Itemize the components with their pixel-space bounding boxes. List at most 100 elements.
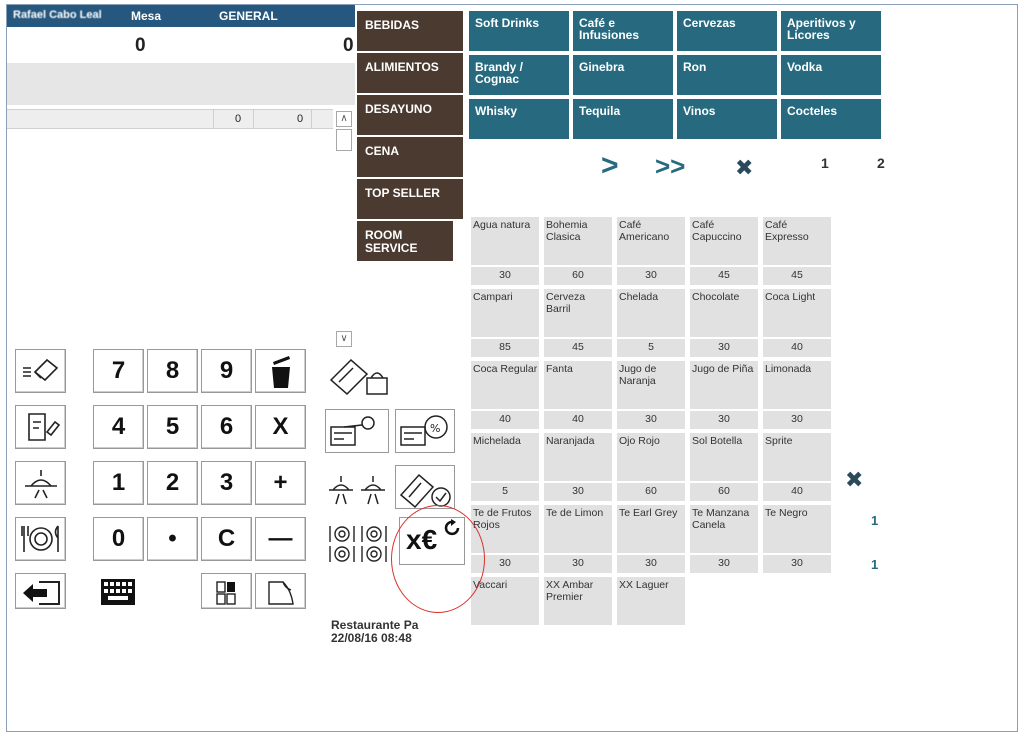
product-tile[interactable]: Café Capuccino 45: [690, 217, 758, 285]
subcategory-cafe-infusiones[interactable]: Café e Infusiones: [573, 11, 673, 51]
product-tile[interactable]: Michelada 5: [471, 433, 539, 501]
product-tile[interactable]: XX Laguer: [617, 577, 685, 625]
waiter-button[interactable]: [15, 461, 66, 505]
key-dot[interactable]: •: [147, 517, 198, 561]
subcategory-soft-drinks[interactable]: Soft Drinks: [469, 11, 569, 51]
product-tile[interactable]: Bohemia Clasica 60: [544, 217, 612, 285]
subcategory-ginebra[interactable]: Ginebra: [573, 55, 673, 95]
subcategory-ron[interactable]: Ron: [677, 55, 777, 95]
category-room-service[interactable]: ROOM SERVICE: [357, 221, 453, 261]
product-tile[interactable]: Te Negro 30: [763, 505, 831, 573]
key-9[interactable]: 9: [201, 349, 252, 393]
category-bebidas[interactable]: BEBIDAS: [357, 11, 463, 51]
key-minus[interactable]: —: [255, 517, 306, 561]
page-2-indicator[interactable]: 2: [877, 155, 885, 171]
order-scrollbar[interactable]: ∧ ∨: [333, 109, 355, 349]
product-price: 40: [791, 485, 803, 497]
product-tile[interactable]: Jugo de Piña 30: [690, 361, 758, 429]
category-alimientos[interactable]: ALIMIENTOS: [357, 53, 463, 93]
product-name: Naranjada: [546, 435, 595, 447]
product-divider: [690, 481, 758, 483]
tables-button[interactable]: [325, 519, 395, 563]
scroll-down-button[interactable]: ∨: [336, 331, 352, 347]
product-price: 30: [791, 557, 803, 569]
product-tile[interactable]: Naranjada 30: [544, 433, 612, 501]
pos-window: Rafael Cabo Leal Mesa GENERAL 0 0 0 0 ∧ …: [6, 4, 1018, 732]
layout-button[interactable]: [201, 573, 252, 609]
product-tile[interactable]: Agua natura 30: [471, 217, 539, 285]
key-1[interactable]: 1: [93, 461, 144, 505]
product-tile[interactable]: Coca Light 40: [763, 289, 831, 357]
product-tile[interactable]: Coca Regular 40: [471, 361, 539, 429]
subcategory-vinos[interactable]: Vinos: [677, 99, 777, 139]
product-tile[interactable]: Te Earl Grey 30: [617, 505, 685, 573]
product-tile[interactable]: Sol Botella 60: [690, 433, 758, 501]
key-5[interactable]: 5: [147, 405, 198, 449]
ticket-send-button[interactable]: [325, 351, 397, 396]
subcategory-cocteles[interactable]: Cocteles: [781, 99, 881, 139]
product-price: 60: [645, 485, 657, 497]
key-8[interactable]: 8: [147, 349, 198, 393]
product-tile[interactable]: Café Americano 30: [617, 217, 685, 285]
product-divider: [617, 265, 685, 267]
category-desayuno[interactable]: DESAYUNO: [357, 95, 463, 135]
page-1-indicator[interactable]: 1: [821, 155, 829, 171]
discount-button[interactable]: %: [395, 409, 455, 453]
card-key-button[interactable]: [325, 409, 389, 453]
category-cena[interactable]: CENA: [357, 137, 463, 177]
product-name: Campari: [473, 291, 513, 303]
key-multiply[interactable]: X: [255, 405, 306, 449]
product-tile[interactable]: Cerveza Barril 45: [544, 289, 612, 357]
product-tile[interactable]: Ojo Rojo 60: [617, 433, 685, 501]
product-tile[interactable]: Sprite 40: [763, 433, 831, 501]
subcategory-tequila[interactable]: Tequila: [573, 99, 673, 139]
eraser-button[interactable]: [15, 349, 66, 393]
product-tile[interactable]: Vaccari: [471, 577, 539, 625]
product-tile[interactable]: Café Expresso 45: [763, 217, 831, 285]
last-page-button[interactable]: >>: [655, 151, 685, 182]
receipt-cut-button[interactable]: [255, 573, 306, 609]
clear-icon[interactable]: ✖: [845, 467, 863, 493]
key-3[interactable]: 3: [201, 461, 252, 505]
delete-button[interactable]: [255, 349, 306, 393]
next-page-button[interactable]: >: [601, 149, 619, 183]
subcategory-brandy-cognac[interactable]: Brandy / Cognac: [469, 55, 569, 95]
product-tile[interactable]: Chelada 5: [617, 289, 685, 357]
exit-button[interactable]: [15, 573, 66, 609]
subcategory-vodka[interactable]: Vodka: [781, 55, 881, 95]
order-notes-area[interactable]: [7, 63, 363, 105]
product-grid: Agua natura 30 Bohemia Clasica 60 Café Ameri…: [471, 217, 841, 627]
product-tile[interactable]: Te Manzana Canela 30: [690, 505, 758, 573]
product-tile[interactable]: Chocolate 30: [690, 289, 758, 357]
product-divider: [763, 481, 831, 483]
place-setting-button[interactable]: [15, 517, 66, 561]
key-clear[interactable]: C: [201, 517, 252, 561]
product-tile[interactable]: Campari 85: [471, 289, 539, 357]
edit-note-button[interactable]: [15, 405, 66, 449]
product-tile[interactable]: Fanta 40: [544, 361, 612, 429]
ticket-check-button[interactable]: [395, 465, 455, 509]
note-edit-icon: [27, 413, 60, 441]
split-waiters-button[interactable]: [325, 465, 389, 509]
subcategory-aperitivos-licores[interactable]: Aperitivos y Licores: [781, 11, 881, 51]
product-tile[interactable]: Jugo de Naranja 30: [617, 361, 685, 429]
key-2[interactable]: 2: [147, 461, 198, 505]
scroll-up-button[interactable]: ∧: [336, 111, 352, 127]
key-7[interactable]: 7: [93, 349, 144, 393]
product-tile[interactable]: Te de Limon 30: [544, 505, 612, 573]
order-line-row[interactable]: 0 0: [7, 109, 333, 129]
product-tile[interactable]: XX Ambar Premier: [544, 577, 612, 625]
key-0[interactable]: 0: [93, 517, 144, 561]
keyboard-button[interactable]: [93, 573, 144, 609]
ticket-bag-icon: [329, 358, 388, 396]
close-icon[interactable]: ✖: [735, 155, 753, 181]
scroll-thumb[interactable]: [336, 129, 352, 151]
key-plus[interactable]: +: [255, 461, 306, 505]
key-6[interactable]: 6: [201, 405, 252, 449]
product-name: Sprite: [765, 435, 793, 447]
key-4[interactable]: 4: [93, 405, 144, 449]
subcategory-whisky[interactable]: Whisky: [469, 99, 569, 139]
category-top-seller[interactable]: TOP SELLER: [357, 179, 463, 219]
product-tile[interactable]: Limonada 30: [763, 361, 831, 429]
subcategory-cervezas[interactable]: Cervezas: [677, 11, 777, 51]
